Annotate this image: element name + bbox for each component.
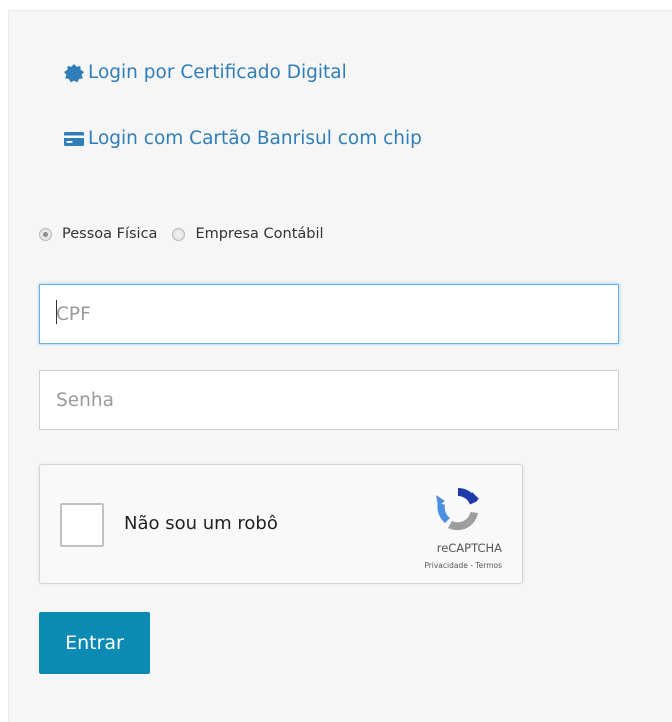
login-cartao-label: Login com Cartão Banrisul com chip	[88, 128, 422, 149]
text-caret	[56, 300, 57, 324]
badge-icon	[64, 63, 84, 82]
cpf-input[interactable]	[39, 284, 619, 344]
senha-input[interactable]	[39, 370, 619, 430]
credit-card-icon	[64, 131, 84, 146]
radio-pessoa-fisica-label[interactable]: Pessoa Física	[62, 226, 157, 242]
entrar-button[interactable]: Entrar	[39, 612, 150, 674]
recaptcha-label: Não sou um robô	[124, 513, 278, 534]
recaptcha-checkbox[interactable]	[60, 503, 104, 547]
recaptcha-icon	[436, 487, 479, 531]
radio-empresa-contabil[interactable]	[172, 227, 186, 241]
login-certificado-link[interactable]: Login por Certificado Digital	[63, 62, 347, 83]
recaptcha-widget: Não sou um robô reCAPTCHA Privacidade - …	[39, 464, 523, 584]
radio-pessoa-fisica[interactable]	[39, 227, 52, 241]
login-cartao-link[interactable]: Login com Cartão Banrisul com chip	[63, 128, 422, 149]
radio-empresa-contabil-label[interactable]: Empresa Contábil	[195, 226, 323, 242]
login-certificado-label: Login por Certificado Digital	[88, 62, 347, 83]
person-type-radio-group: Pessoa Física Empresa Contábil	[39, 226, 339, 242]
recaptcha-terms-link[interactable]: Privacidade - Termos	[424, 561, 502, 570]
recaptcha-brand: reCAPTCHA	[436, 541, 502, 555]
